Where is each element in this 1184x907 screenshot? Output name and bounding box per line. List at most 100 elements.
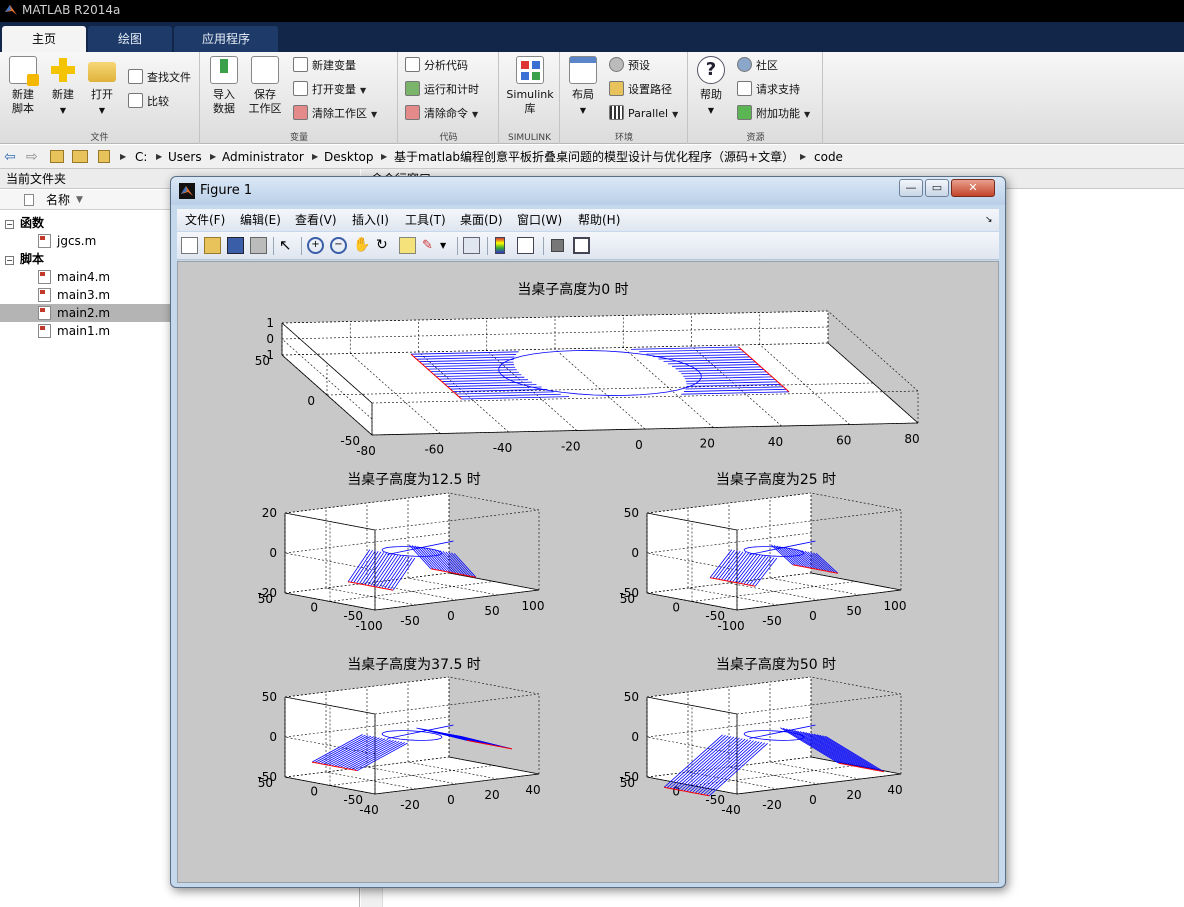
list-item[interactable]: main1.m — [0, 322, 172, 340]
data-cursor-icon[interactable] — [399, 237, 416, 254]
x-tick-label: -20 — [561, 440, 581, 454]
file-name: jgcs.m — [57, 234, 97, 248]
script-file-icon — [38, 270, 51, 284]
legend-icon[interactable] — [517, 237, 534, 254]
show-plot-tools-icon[interactable] — [573, 237, 590, 254]
menu-file[interactable]: 文件(F) — [185, 209, 225, 231]
name-column-header[interactable]: 名称 — [46, 190, 70, 210]
menu-edit[interactable]: 编辑(E) — [240, 209, 281, 231]
x-tick-label: -20 — [762, 798, 782, 812]
menu-help[interactable]: 帮助(H) — [578, 209, 620, 231]
rotate-3d-icon[interactable]: ↻ — [376, 237, 393, 254]
tab-plots[interactable]: 绘图 — [88, 26, 172, 52]
analyze-code-button[interactable]: 分析代码 — [405, 56, 468, 76]
colorbar-icon[interactable] — [495, 237, 505, 254]
surface-edge — [858, 766, 862, 768]
pan-hand-icon[interactable]: ✋ — [353, 237, 370, 254]
collapse-icon[interactable]: − — [5, 256, 14, 265]
surface-edge — [442, 570, 446, 572]
crumb-separator-icon: ▶ — [120, 152, 127, 161]
group-functions[interactable]: − 函数 — [0, 214, 44, 232]
print-icon[interactable] — [250, 237, 267, 254]
sort-caret-icon[interactable]: ▼ — [76, 190, 83, 210]
add-ons-button[interactable]: 附加功能 ▼ — [737, 104, 810, 124]
pointer-icon[interactable]: ↖ — [279, 237, 296, 254]
surface-edge — [458, 573, 462, 576]
crumb-code[interactable]: code — [814, 145, 843, 169]
zoom-in-icon[interactable]: + — [307, 237, 324, 254]
import-data-button[interactable]: 导入 数据 — [207, 56, 241, 116]
restore-button[interactable]: ▭ — [925, 179, 949, 197]
menu-desktop[interactable]: 桌面(D) — [460, 209, 503, 231]
browse-folder-icon[interactable] — [72, 150, 88, 163]
set-path-button[interactable]: 设置路径 — [609, 80, 672, 100]
list-item[interactable]: jgcs.m — [0, 232, 172, 250]
figure-title-bar[interactable]: Figure 1 — ▭ ✕ — [171, 177, 1005, 205]
up-folder-icon[interactable] — [50, 150, 64, 163]
save-workspace-icon — [251, 56, 279, 84]
z-tick-label: 50 — [624, 690, 639, 704]
find-files-button[interactable]: 查找文件 — [128, 68, 191, 88]
clear-workspace-icon — [293, 105, 308, 120]
forward-arrow-icon[interactable]: ⇨ — [26, 145, 38, 169]
crumb-administrator[interactable]: Administrator — [222, 145, 304, 169]
layout-button[interactable]: 布局 ▼ — [567, 56, 599, 118]
brush-caret-icon[interactable]: ▼ — [440, 237, 457, 254]
collapse-icon[interactable]: − — [5, 220, 14, 229]
parallel-button[interactable]: Parallel ▼ — [609, 104, 678, 124]
community-button[interactable]: 社区 — [737, 56, 778, 76]
x-tick-label: 0 — [447, 793, 455, 807]
surface-edge — [801, 565, 805, 568]
dock-arrow-icon[interactable]: ↘ — [985, 209, 993, 231]
crumb-project-folder[interactable]: 基于matlab编程创意平板折叠桌问题的模型设计与优化程序（源码+文章） — [394, 145, 794, 169]
link-plot-icon[interactable] — [463, 237, 480, 254]
clear-commands-button[interactable]: 清除命令 ▼ — [405, 104, 478, 124]
back-arrow-icon[interactable]: ⇦ — [4, 145, 16, 169]
new-variable-button[interactable]: 新建变量 — [293, 56, 356, 76]
hide-plot-tools-icon[interactable] — [551, 239, 564, 252]
list-item[interactable]: main3.m — [0, 286, 172, 304]
brush-icon[interactable]: ✎ — [422, 237, 439, 254]
list-item[interactable]: main4.m — [0, 268, 172, 286]
simulink-library-button[interactable]: Simulink 库 — [504, 56, 556, 116]
menu-insert[interactable]: 插入(I) — [352, 209, 389, 231]
crumb-desktop[interactable]: Desktop — [324, 145, 374, 169]
group-scripts[interactable]: − 脚本 — [0, 250, 44, 268]
surface-edge — [342, 767, 346, 769]
menu-window[interactable]: 窗口(W) — [517, 209, 562, 231]
tab-apps[interactable]: 应用程序 — [174, 26, 278, 52]
ribbon-group-resources: ? 帮助 ▼ 社区 请求支持 附加功能 ▼ 资源 — [689, 52, 823, 144]
tab-home[interactable]: 主页 — [2, 26, 86, 52]
close-button[interactable]: ✕ — [951, 179, 995, 197]
minimize-button[interactable]: — — [899, 179, 923, 197]
x-tick-label: 0 — [809, 609, 817, 623]
crumb-drive[interactable]: C: — [135, 145, 147, 169]
help-button[interactable]: ? 帮助 ▼ — [695, 56, 727, 118]
list-item-selected[interactable]: main2.m — [0, 304, 172, 322]
compare-label: 比较 — [147, 95, 169, 108]
new-label: 新建 — [52, 88, 74, 101]
open-file-icon[interactable] — [204, 237, 221, 254]
open-variable-button[interactable]: 打开变量 ▼ — [293, 80, 366, 100]
run-and-time-button[interactable]: 运行和计时 — [405, 80, 479, 100]
crumb-users[interactable]: Users — [168, 145, 202, 169]
surface-edge — [795, 564, 799, 567]
open-button[interactable]: 打开 ▼ — [86, 56, 118, 118]
request-support-button[interactable]: 请求支持 — [737, 80, 800, 100]
y-tick-label: 0 — [672, 601, 680, 615]
save-workspace-button[interactable]: 保存 工作区 — [245, 56, 285, 116]
new-figure-icon[interactable] — [181, 237, 198, 254]
save-figure-icon[interactable] — [227, 237, 244, 254]
menu-view[interactable]: 查看(V) — [295, 209, 337, 231]
clear-workspace-button[interactable]: 清除工作区 ▼ — [293, 104, 377, 124]
analyze-code-icon — [405, 57, 420, 72]
preferences-button[interactable]: 预设 — [609, 56, 650, 76]
compare-button[interactable]: 比较 — [128, 92, 169, 112]
new-script-button[interactable]: 新建 脚本 — [6, 56, 40, 116]
y-tick-label: -50 — [340, 434, 360, 448]
menu-tools[interactable]: 工具(T) — [405, 209, 446, 231]
new-button[interactable]: 新建 ▼ — [46, 56, 80, 118]
surface-edge — [453, 572, 457, 575]
zoom-out-icon[interactable]: − — [330, 237, 347, 254]
z-tick-label: -50 — [619, 586, 639, 600]
